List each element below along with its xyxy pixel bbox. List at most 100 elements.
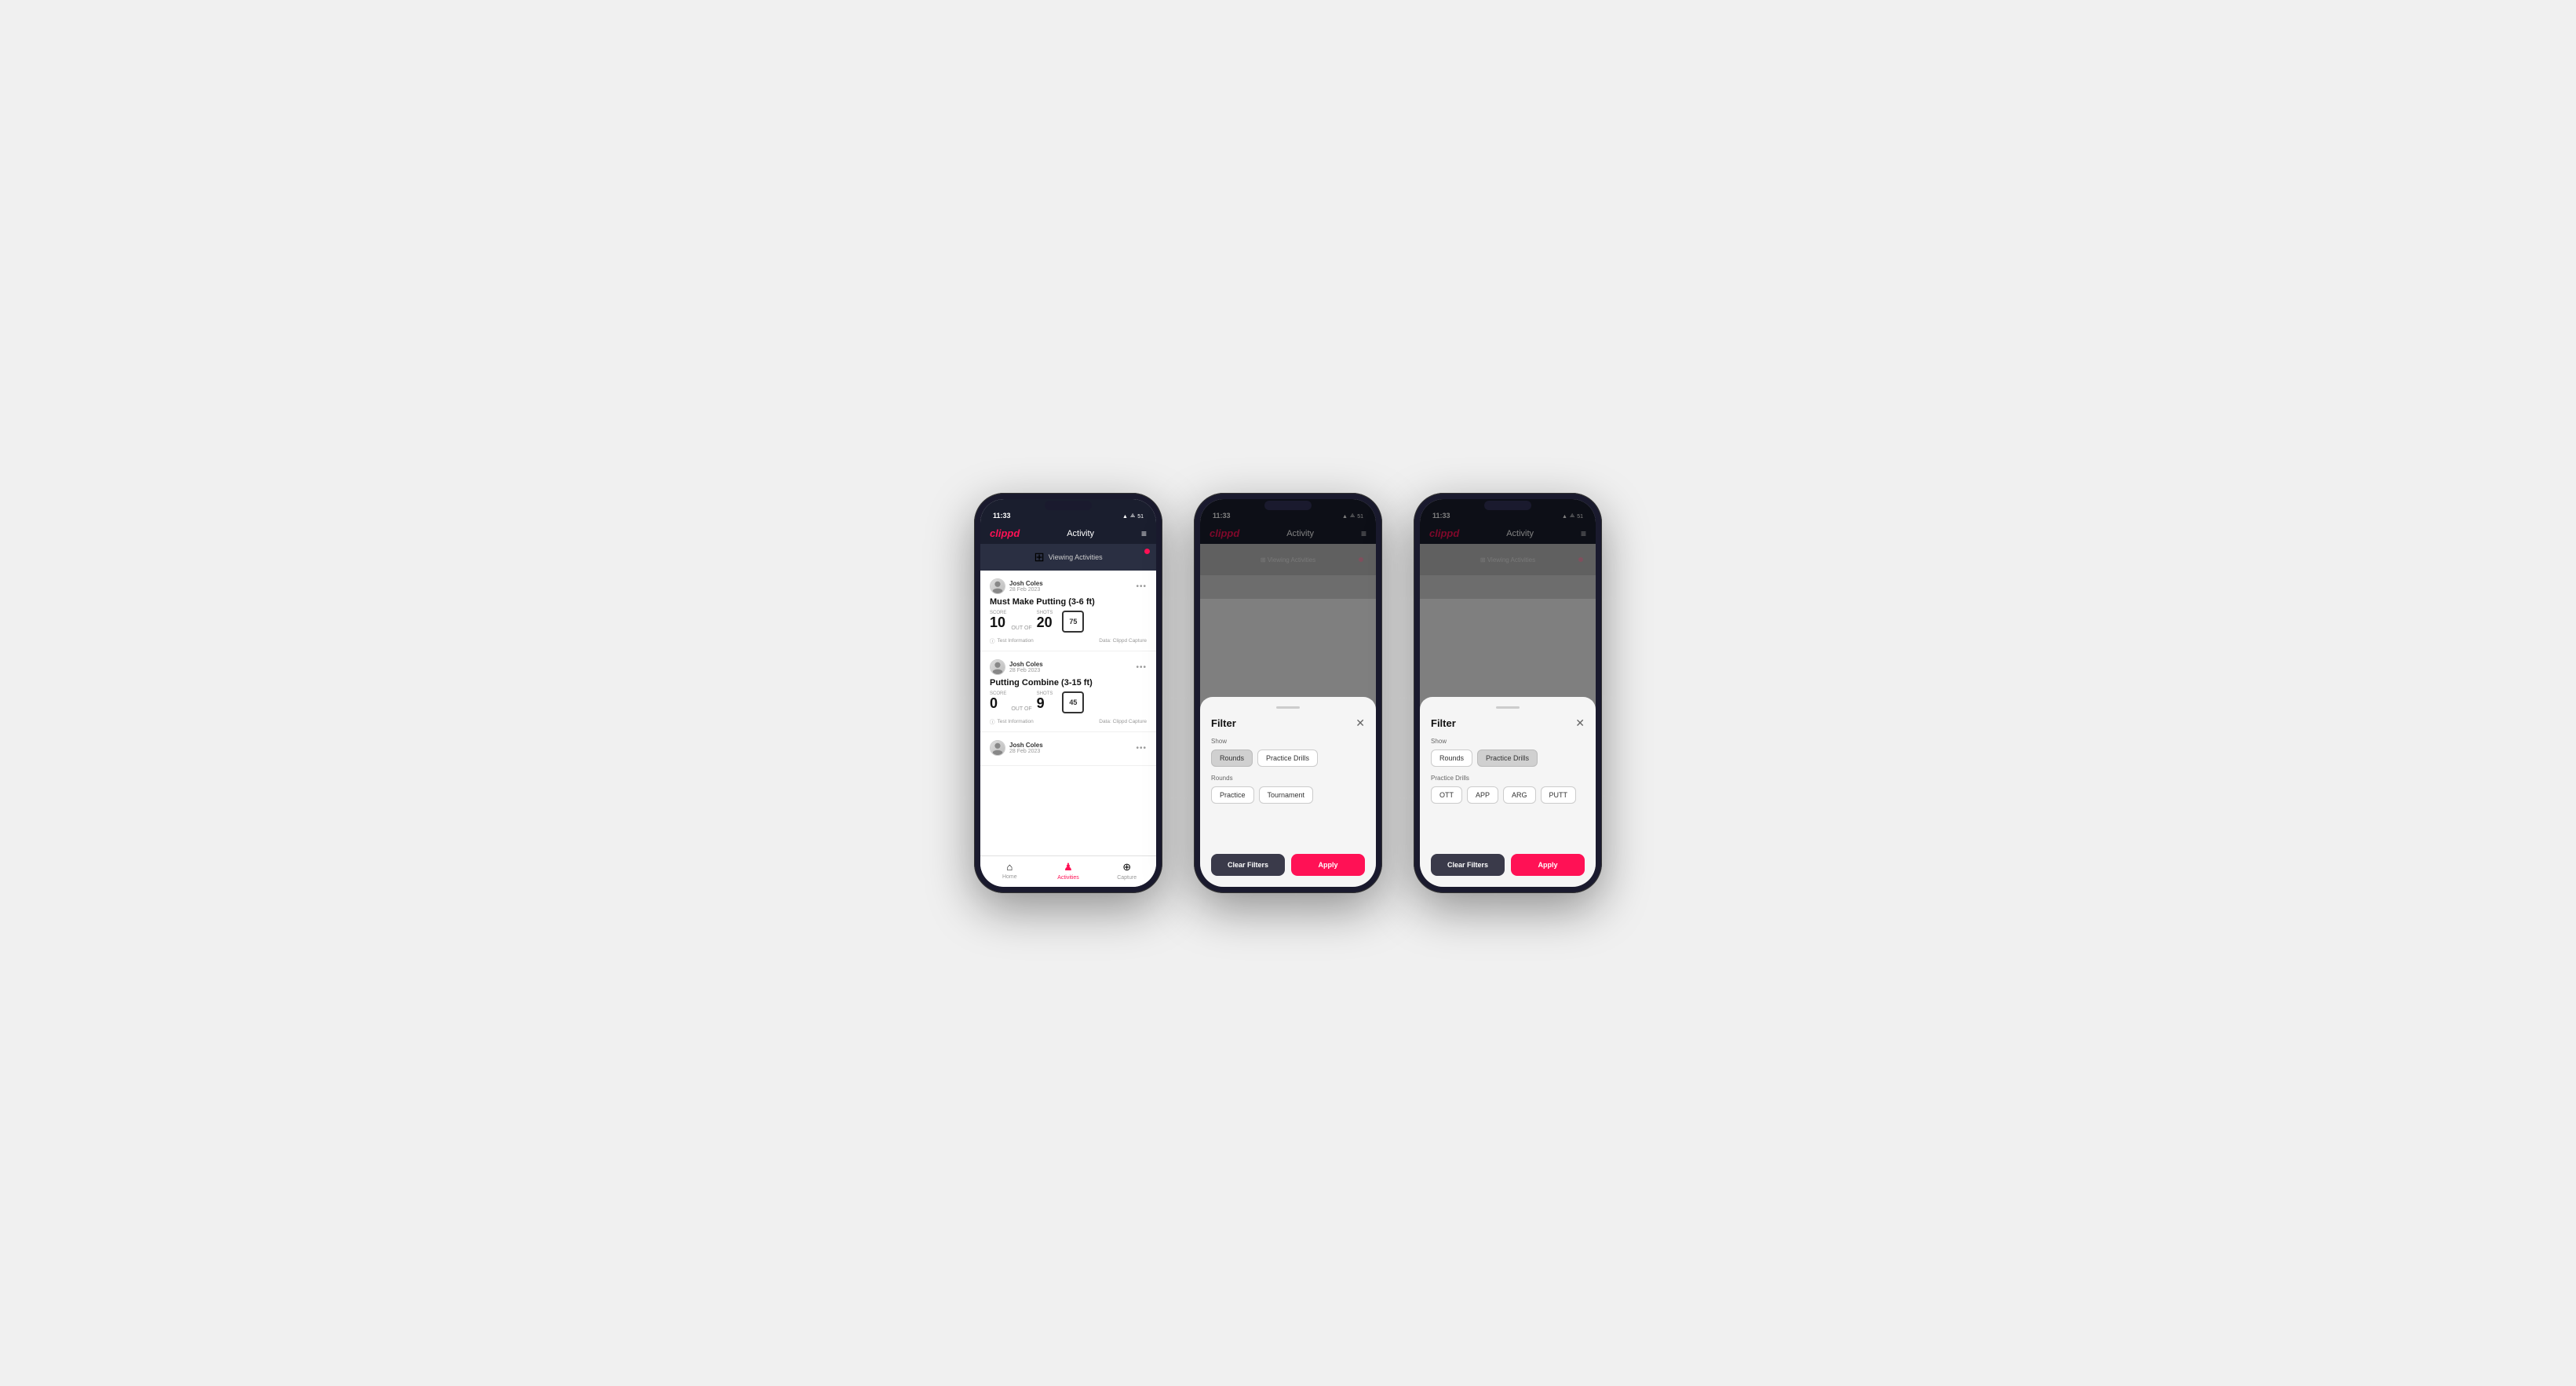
- activity-title-2: Putting Combine (3-15 ft): [990, 678, 1147, 688]
- activity-card-1[interactable]: Josh Coles 28 Feb 2023 ••• Must Make Put…: [980, 571, 1156, 651]
- card-header-3: Josh Coles 28 Feb 2023 •••: [990, 740, 1147, 756]
- ott-btn-3[interactable]: OTT: [1431, 786, 1462, 804]
- drills-buttons-3: OTT APP ARG PUTT: [1431, 786, 1585, 804]
- rounds-buttons-2: Practice Tournament: [1211, 786, 1365, 804]
- activities-icon-1: ♟: [1064, 861, 1073, 874]
- card-menu-1[interactable]: •••: [1136, 582, 1147, 591]
- score-group-1: Score 10: [990, 611, 1006, 629]
- practice-drills-label-3: Practice Drills: [1431, 775, 1585, 782]
- notification-dot-1: [1144, 549, 1150, 554]
- phone-2-screen: 11:33 ▲ ⟁ 51 clippd Activity ≡ ⊞ Viewing…: [1200, 499, 1376, 887]
- apply-btn-3[interactable]: Apply: [1511, 854, 1585, 876]
- tab-activities-1[interactable]: ♟ Activities: [1039, 861, 1098, 881]
- tournament-btn-2[interactable]: Tournament: [1259, 786, 1314, 804]
- capture-icon-1: ⊕: [1122, 861, 1131, 874]
- clear-filters-btn-3[interactable]: Clear Filters: [1431, 854, 1505, 876]
- show-label-2: Show: [1211, 738, 1365, 745]
- score-value-1: 10: [990, 615, 1006, 629]
- avatar-3: [990, 740, 1005, 756]
- shots-value-1: 20: [1037, 615, 1053, 629]
- filter-handle-2: [1276, 706, 1300, 709]
- practice-drills-show-btn-3[interactable]: Practice Drills: [1477, 750, 1538, 767]
- dynamic-island-2: [1264, 501, 1312, 510]
- card-footer-1: ⓘ Test Information Data: Clippd Capture: [990, 636, 1147, 644]
- phone-2: 11:33 ▲ ⟁ 51 clippd Activity ≡ ⊞ Viewing…: [1194, 493, 1382, 893]
- shot-quality-badge-2: 45: [1062, 691, 1084, 713]
- tab-capture-1[interactable]: ⊕ Capture: [1097, 861, 1156, 881]
- user-date-1: 28 Feb 2023: [1009, 587, 1043, 593]
- activity-card-2[interactable]: Josh Coles 28 Feb 2023 ••• Putting Combi…: [980, 651, 1156, 732]
- banner-icon-1: ⊞: [1034, 549, 1044, 565]
- status-icons-1: ▲ ⟁ 51: [1122, 513, 1144, 520]
- shot-quality-value-2: 45: [1069, 698, 1077, 706]
- avatar-1: [990, 578, 1005, 594]
- user-details-1: Josh Coles 28 Feb 2023: [1009, 580, 1043, 593]
- activity-list-1[interactable]: Josh Coles 28 Feb 2023 ••• Must Make Put…: [980, 571, 1156, 855]
- show-label-3: Show: [1431, 738, 1585, 745]
- filter-overlay-3: Filter ✕ Show Rounds Practice Drills Pra…: [1420, 499, 1596, 887]
- rounds-label-2: Rounds: [1211, 775, 1365, 782]
- user-info-2: Josh Coles 28 Feb 2023: [990, 659, 1043, 675]
- out-of-2: OUT OF: [1011, 706, 1031, 713]
- tab-home-label-1: Home: [1002, 874, 1017, 880]
- filter-title-2: Filter: [1211, 717, 1236, 729]
- data-source-1: Data: Clippd Capture: [1099, 638, 1147, 644]
- practice-btn-2[interactable]: Practice: [1211, 786, 1254, 804]
- filter-modal-2: Filter ✕ Show Rounds Practice Drills Rou…: [1200, 697, 1376, 887]
- card-footer-2: ⓘ Test Information Data: Clippd Capture: [990, 717, 1147, 725]
- filter-close-3[interactable]: ✕: [1575, 717, 1585, 730]
- filter-header-2: Filter ✕: [1211, 717, 1365, 730]
- dynamic-island-3: [1484, 501, 1531, 510]
- activity-card-3[interactable]: Josh Coles 28 Feb 2023 •••: [980, 732, 1156, 766]
- phone-3-screen: 11:33 ▲ ⟁ 51 clippd Activity ≡ ⊞ Viewing…: [1420, 499, 1596, 887]
- shots-group-2: Shots 9: [1037, 691, 1053, 710]
- tab-home-1[interactable]: ⌂ Home: [980, 861, 1039, 881]
- test-info-1: ⓘ Test Information: [990, 636, 1034, 644]
- nav-title-1: Activity: [1067, 529, 1094, 538]
- viewing-banner-1[interactable]: ⊞ Viewing Activities: [980, 544, 1156, 571]
- avatar-inner-1: [991, 579, 1005, 593]
- dynamic-island-1: [1045, 501, 1092, 510]
- menu-icon-1[interactable]: ≡: [1141, 528, 1147, 539]
- signal-icon-1: ▲: [1122, 514, 1128, 520]
- card-menu-2[interactable]: •••: [1136, 663, 1147, 672]
- phone-1: 11:33 ▲ ⟁ 51 clippd Activity ≡ ⊞ Viewing…: [974, 493, 1162, 893]
- user-name-1: Josh Coles: [1009, 580, 1043, 587]
- wifi-icon-1: ⟁: [1130, 513, 1135, 520]
- filter-handle-3: [1496, 706, 1520, 709]
- activity-title-1: Must Make Putting (3-6 ft): [990, 597, 1147, 607]
- rounds-show-btn-2[interactable]: Rounds: [1211, 750, 1253, 767]
- filter-overlay-2: Filter ✕ Show Rounds Practice Drills Rou…: [1200, 499, 1376, 887]
- user-name-2: Josh Coles: [1009, 661, 1043, 668]
- user-name-3: Josh Coles: [1009, 742, 1043, 749]
- shot-quality-badge-1: 75: [1062, 611, 1084, 633]
- user-date-3: 28 Feb 2023: [1009, 749, 1043, 754]
- filter-modal-3: Filter ✕ Show Rounds Practice Drills Pra…: [1420, 697, 1596, 887]
- filter-header-3: Filter ✕: [1431, 717, 1585, 730]
- putt-btn-3[interactable]: PUTT: [1541, 786, 1577, 804]
- shots-group-1: Shots 20: [1037, 611, 1053, 629]
- rounds-show-btn-3[interactable]: Rounds: [1431, 750, 1472, 767]
- filter-title-3: Filter: [1431, 717, 1456, 729]
- apply-btn-2[interactable]: Apply: [1291, 854, 1365, 876]
- card-menu-3[interactable]: •••: [1136, 744, 1147, 753]
- tab-bar-1: ⌂ Home ♟ Activities ⊕ Capture: [980, 855, 1156, 887]
- practice-drills-show-btn-2[interactable]: Practice Drills: [1257, 750, 1318, 767]
- clear-filters-btn-2[interactable]: Clear Filters: [1211, 854, 1285, 876]
- filter-close-2[interactable]: ✕: [1356, 717, 1365, 730]
- user-details-2: Josh Coles 28 Feb 2023: [1009, 661, 1043, 673]
- card-header-2: Josh Coles 28 Feb 2023 •••: [990, 659, 1147, 675]
- app-btn-3[interactable]: APP: [1467, 786, 1498, 804]
- battery-icon-1: 51: [1137, 514, 1144, 520]
- activity-stats-1: Score 10 OUT OF Shots 20 75: [990, 611, 1147, 633]
- avatar-inner-2: [991, 660, 1005, 674]
- filter-actions-3: Clear Filters Apply: [1431, 854, 1585, 876]
- arg-btn-3[interactable]: ARG: [1503, 786, 1536, 804]
- filter-actions-2: Clear Filters Apply: [1211, 854, 1365, 876]
- test-info-2: ⓘ Test Information: [990, 717, 1034, 725]
- activity-stats-2: Score 0 OUT OF Shots 9 45: [990, 691, 1147, 713]
- info-icon-1: ⓘ: [990, 636, 995, 644]
- avatar-inner-3: [991, 741, 1005, 755]
- avatar-2: [990, 659, 1005, 675]
- user-info-3: Josh Coles 28 Feb 2023: [990, 740, 1043, 756]
